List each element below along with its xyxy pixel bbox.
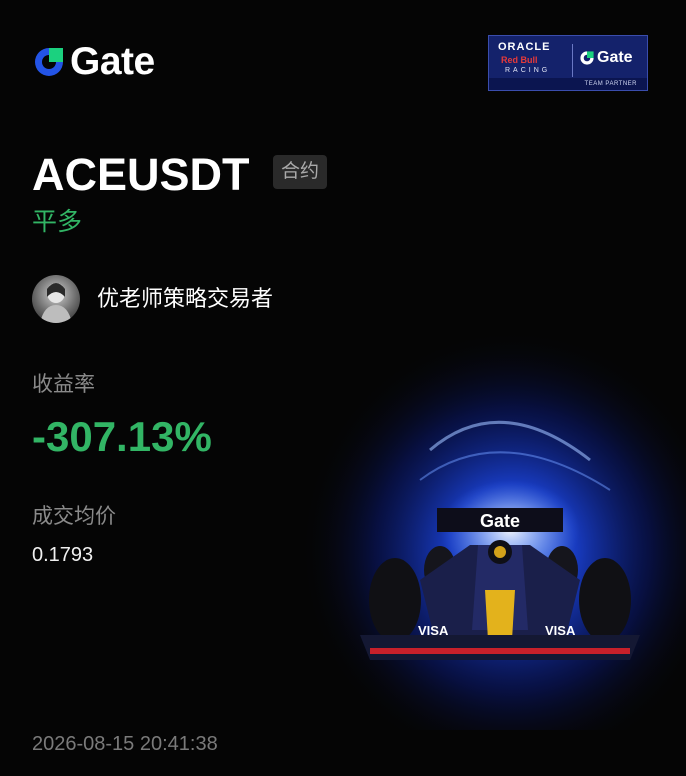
oracle-text: ORACLE (498, 41, 551, 53)
roi-value: -307.13% (32, 413, 212, 460)
trader-name: 优老师策略交易者 (97, 286, 274, 311)
partner-gate-logo: Gate (579, 49, 633, 67)
wing-text: Gate (480, 511, 520, 531)
racing-text: RACING (505, 67, 551, 74)
partner-gate-text: Gate (597, 49, 633, 66)
team-partner-text: TEAM PARTNER (489, 78, 647, 90)
trader-avatar (40, 283, 72, 323)
gate-small-icon (580, 51, 594, 65)
avatar (32, 275, 80, 323)
position-side: 平多 (32, 208, 83, 236)
sidepod-text-right: VISA (545, 623, 576, 638)
contract-badge: 合约 (273, 155, 328, 189)
trade-timestamp: 2026-08-15 20:41:38 (32, 733, 218, 755)
redbull-text: Red Bull (501, 55, 538, 65)
gate-logo: Gate (32, 42, 155, 81)
partner-divider (572, 44, 573, 77)
rear-wing: Gate (437, 508, 563, 532)
partner-badge: ORACLE Red Bull RACING Gate TEAM PARTNER (488, 35, 648, 91)
brand-name: Gate (70, 40, 155, 83)
race-car-illustration: Gate VISA VISA (300, 330, 686, 730)
avg-price-value: 0.1793 (32, 544, 94, 566)
trading-pair: ACEUSDT (32, 149, 250, 200)
roi-label: 收益率 (32, 373, 95, 396)
avg-price-label: 成交均价 (32, 505, 116, 528)
gate-logo-icon (35, 47, 63, 76)
sidepod-text-left: VISA (418, 623, 449, 638)
